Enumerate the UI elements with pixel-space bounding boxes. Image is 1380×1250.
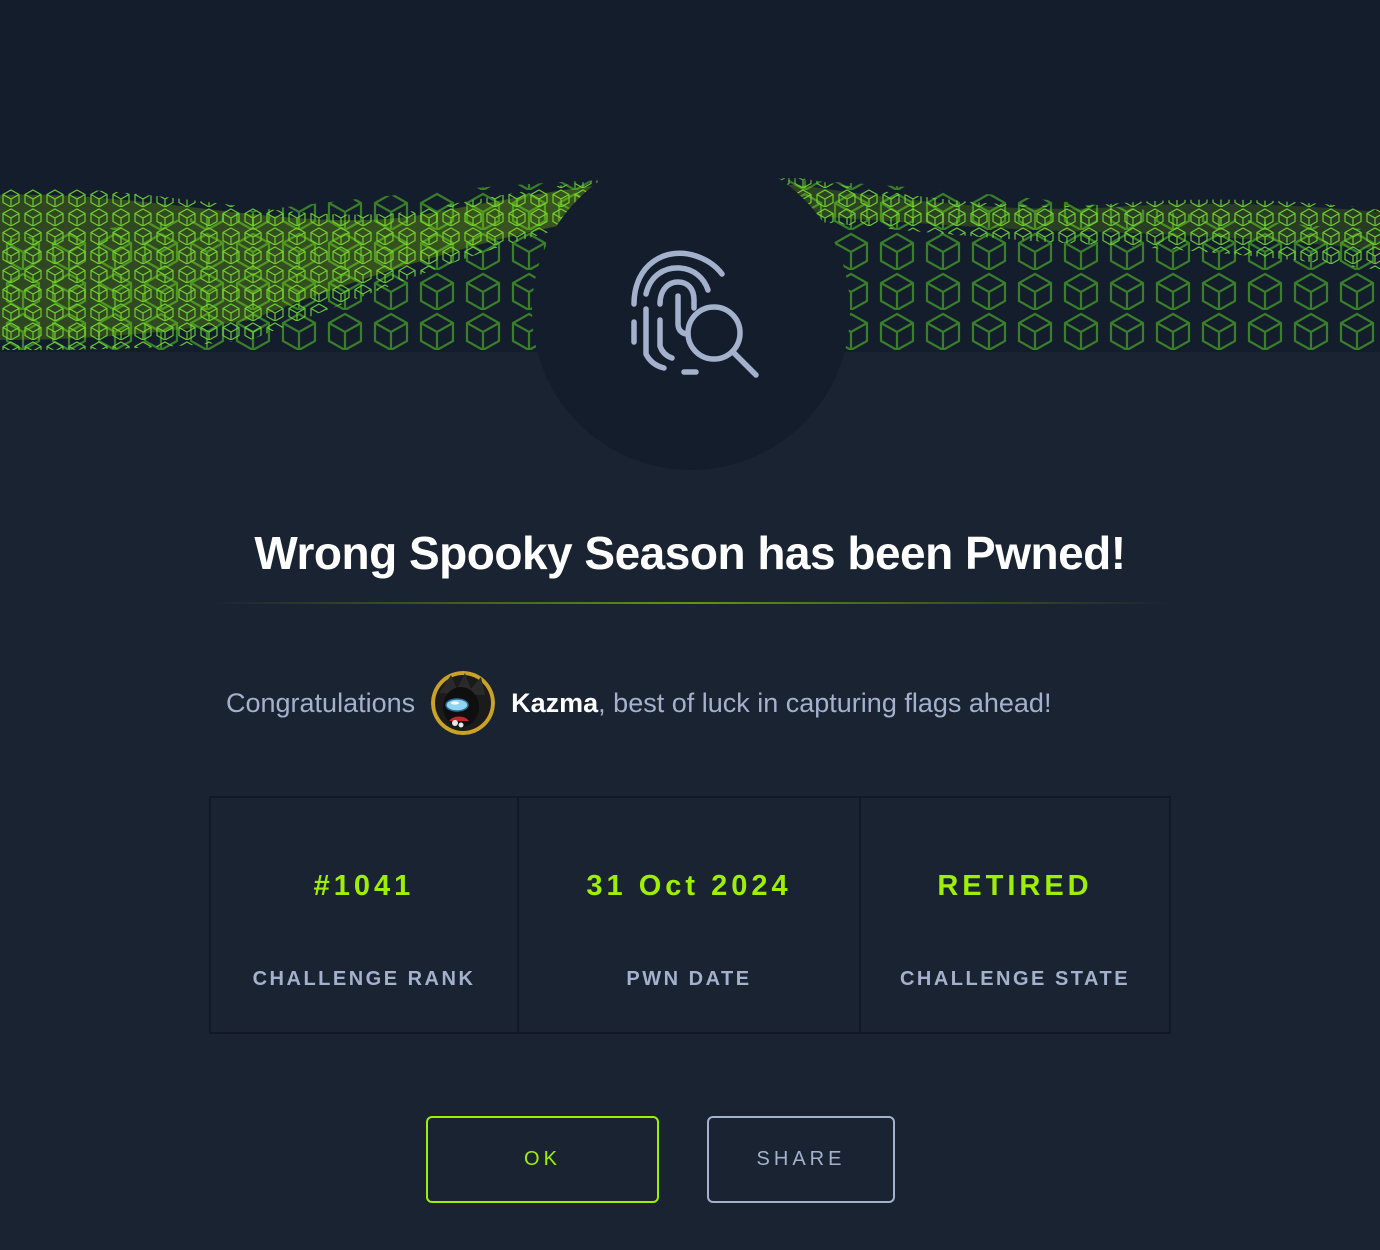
congrats-suffix: , best of luck in capturing flags ahead! (598, 687, 1052, 718)
challenge-badge (532, 152, 850, 470)
pwned-modal: Wrong Spooky Season has been Pwned! Cong… (0, 0, 1380, 1250)
share-button[interactable]: SHARE (707, 1116, 895, 1203)
challenge-rank-value: #1041 (313, 870, 415, 902)
page-title: Wrong Spooky Season has been Pwned! (254, 527, 1126, 579)
avatar[interactable] (431, 671, 496, 735)
stat-pwn-date: 31 Oct 2024 PWN DATE (519, 798, 861, 1032)
challenge-state-label: CHALLENGE STATE (899, 968, 1131, 990)
fingerprint-search-icon (616, 234, 766, 389)
challenge-state-value: RETIRED (937, 870, 1093, 902)
stat-challenge-rank: #1041 CHALLENGE RANK (211, 798, 519, 1032)
challenge-rank-label: CHALLENGE RANK (252, 968, 476, 990)
congrats-prefix: Congratulations (226, 687, 416, 718)
stats-panel: #1041 CHALLENGE RANK 31 Oct 2024 PWN DAT… (209, 796, 1171, 1034)
title-divider (210, 602, 1170, 604)
ok-button[interactable]: OK (426, 1116, 659, 1203)
pwn-date-value: 31 Oct 2024 (586, 870, 792, 902)
pwn-date-label: PWN DATE (626, 968, 752, 990)
username[interactable]: Kazma (511, 688, 598, 719)
stat-challenge-state: RETIRED CHALLENGE STATE (861, 798, 1169, 1032)
congratulations-message: Congratulations Kazma , best of luck in … (226, 666, 1051, 740)
